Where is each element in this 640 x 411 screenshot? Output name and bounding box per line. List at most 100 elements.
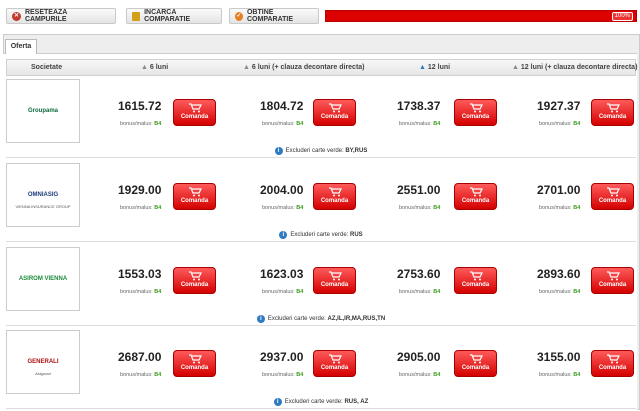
bonus-malus: bonus/malus: B4 (399, 372, 441, 378)
sort-active-icon: ▲ (419, 64, 426, 71)
info-icon: i (279, 231, 288, 239)
order-button[interactable]: Comanda (591, 183, 634, 210)
cart-icon (606, 103, 620, 113)
order-button[interactable]: Comanda (454, 183, 497, 210)
insurer-logo: OMNIASIG VIENNA INSURANCE GROUP (6, 163, 80, 227)
cart-icon (188, 271, 202, 281)
green-card-exclusions: i Excluderi carte verde: BY,RUS (6, 145, 636, 157)
col-12-months[interactable]: ▲ 12 luni (419, 64, 450, 71)
progress-fill (326, 11, 636, 21)
get-comparison-button[interactable]: ✓ OBTINE COMPARATIE (229, 8, 319, 24)
price-value: 1929.00 (118, 183, 162, 197)
green-card-exclusions: i Excluderi carte verde: RUS (6, 229, 636, 241)
cart-icon (328, 103, 342, 113)
col-company[interactable]: Societate (31, 64, 62, 71)
info-icon: i (273, 398, 282, 406)
cart-icon (188, 187, 202, 197)
row-divider (6, 157, 636, 158)
info-icon: i (274, 147, 283, 155)
col-6-months[interactable]: ▲ 6 luni (141, 64, 168, 71)
order-button[interactable]: Comanda (173, 267, 216, 294)
bonus-malus: bonus/malus: B4 (120, 205, 162, 211)
order-button[interactable]: Comanda (313, 267, 356, 294)
price-value: 1623.03 (260, 267, 304, 281)
insurer-logo: Groupama (6, 79, 80, 143)
sort-icon: ▲ (243, 64, 250, 71)
order-button[interactable]: Comanda (591, 350, 634, 377)
order-button[interactable]: Comanda (454, 350, 497, 377)
price-value: 2753.60 (397, 267, 441, 281)
order-button[interactable]: Comanda (313, 183, 356, 210)
cart-icon (469, 354, 483, 364)
cart-icon (469, 103, 483, 113)
price-value: 2701.00 (537, 183, 581, 197)
cart-icon (328, 271, 342, 281)
bonus-malus: bonus/malus: B4 (262, 289, 304, 295)
order-button[interactable]: Comanda (591, 267, 634, 294)
bonus-malus: bonus/malus: B4 (399, 121, 441, 127)
green-card-exclusions: i Excluderi carte verde: AZ,IL,IR,MA,RUS,… (6, 313, 636, 325)
price-value: 2004.00 (260, 183, 304, 197)
order-button[interactable]: Comanda (173, 99, 216, 126)
row-divider (6, 241, 636, 242)
price-value: 1615.72 (118, 99, 162, 113)
order-button[interactable]: Comanda (173, 350, 216, 377)
table-row: Groupama 1615.72 bonus/malus: B4 Comanda 180… (6, 79, 636, 159)
cart-icon (188, 103, 202, 113)
table-header: Societate ▲ 6 luni ▲ 6 luni (+ clauza de… (6, 59, 637, 76)
price-value: 2937.00 (260, 350, 304, 364)
insurer-logo: GENERALI Asigurari (6, 330, 80, 394)
green-card-exclusions: i Excluderi carte verde: RUS, AZ (6, 396, 636, 408)
bonus-malus: bonus/malus: B4 (262, 121, 304, 127)
order-button[interactable]: Comanda (313, 350, 356, 377)
order-button[interactable]: Comanda (313, 99, 356, 126)
bonus-malus: bonus/malus: B4 (120, 289, 162, 295)
price-value: 1553.03 (118, 267, 162, 281)
order-button[interactable]: Comanda (454, 267, 497, 294)
price-value: 2893.60 (537, 267, 581, 281)
bonus-malus: bonus/malus: B4 (399, 205, 441, 211)
bonus-malus: bonus/malus: B4 (539, 121, 581, 127)
info-icon: i (256, 315, 265, 323)
get-label: OBTINE COMPARATIE (246, 9, 294, 23)
price-value: 2905.00 (397, 350, 441, 364)
tab-oferta[interactable]: Oferta (5, 39, 37, 54)
order-button[interactable]: Comanda (591, 99, 634, 126)
toolbar: ✕ RESETEAZA CAMPURILE INCARCA COMPARATIE… (0, 0, 640, 32)
insurer-logo-sub: VIENNA INSURANCE GROUP (15, 204, 71, 209)
bonus-malus: bonus/malus: B4 (262, 372, 304, 378)
col-6-months-direct[interactable]: ▲ 6 luni (+ clauza decontare directa) (243, 64, 365, 71)
price-value: 1738.37 (397, 99, 441, 113)
progress-bar: 100% (325, 10, 637, 22)
check-icon: ✓ (235, 11, 243, 21)
insurer-logo-sub: Asigurari (35, 371, 51, 376)
bonus-malus: bonus/malus: B4 (120, 372, 162, 378)
bonus-malus: bonus/malus: B4 (120, 121, 162, 127)
table-row: OMNIASIG VIENNA INSURANCE GROUP 1929.00 bon… (6, 163, 636, 243)
sort-icon: ▲ (141, 64, 148, 71)
order-button[interactable]: Comanda (454, 99, 497, 126)
cart-icon (328, 354, 342, 364)
price-value: 2687.00 (118, 350, 162, 364)
col-12-months-direct[interactable]: ▲ 12 luni (+ clauza decontare directa) (512, 64, 637, 71)
bonus-malus: bonus/malus: B4 (399, 289, 441, 295)
row-divider (6, 408, 636, 409)
reset-fields-button[interactable]: ✕ RESETEAZA CAMPURILE (6, 8, 116, 24)
progress-text: 100% (611, 12, 633, 21)
table-row: GENERALI Asigurari 2687.00 bonus/malus: B4 C… (6, 330, 636, 410)
bonus-malus: bonus/malus: B4 (539, 372, 581, 378)
insurer-logo: ASIROM VIENNA (6, 247, 80, 311)
price-value: 3155.00 (537, 350, 581, 364)
sort-icon: ▲ (512, 64, 519, 71)
reset-icon: ✕ (12, 11, 21, 21)
cart-icon (328, 187, 342, 197)
price-value: 1804.72 (260, 99, 304, 113)
order-button[interactable]: Comanda (173, 183, 216, 210)
load-label: INCARCA COMPARATIE (144, 9, 191, 23)
folder-icon (132, 11, 141, 21)
price-value: 2551.00 (397, 183, 441, 197)
load-comparison-button[interactable]: INCARCA COMPARATIE (126, 8, 222, 24)
reset-label: RESETEAZA CAMPURILE (24, 9, 68, 23)
cart-icon (606, 271, 620, 281)
bonus-malus: bonus/malus: B4 (539, 205, 581, 211)
